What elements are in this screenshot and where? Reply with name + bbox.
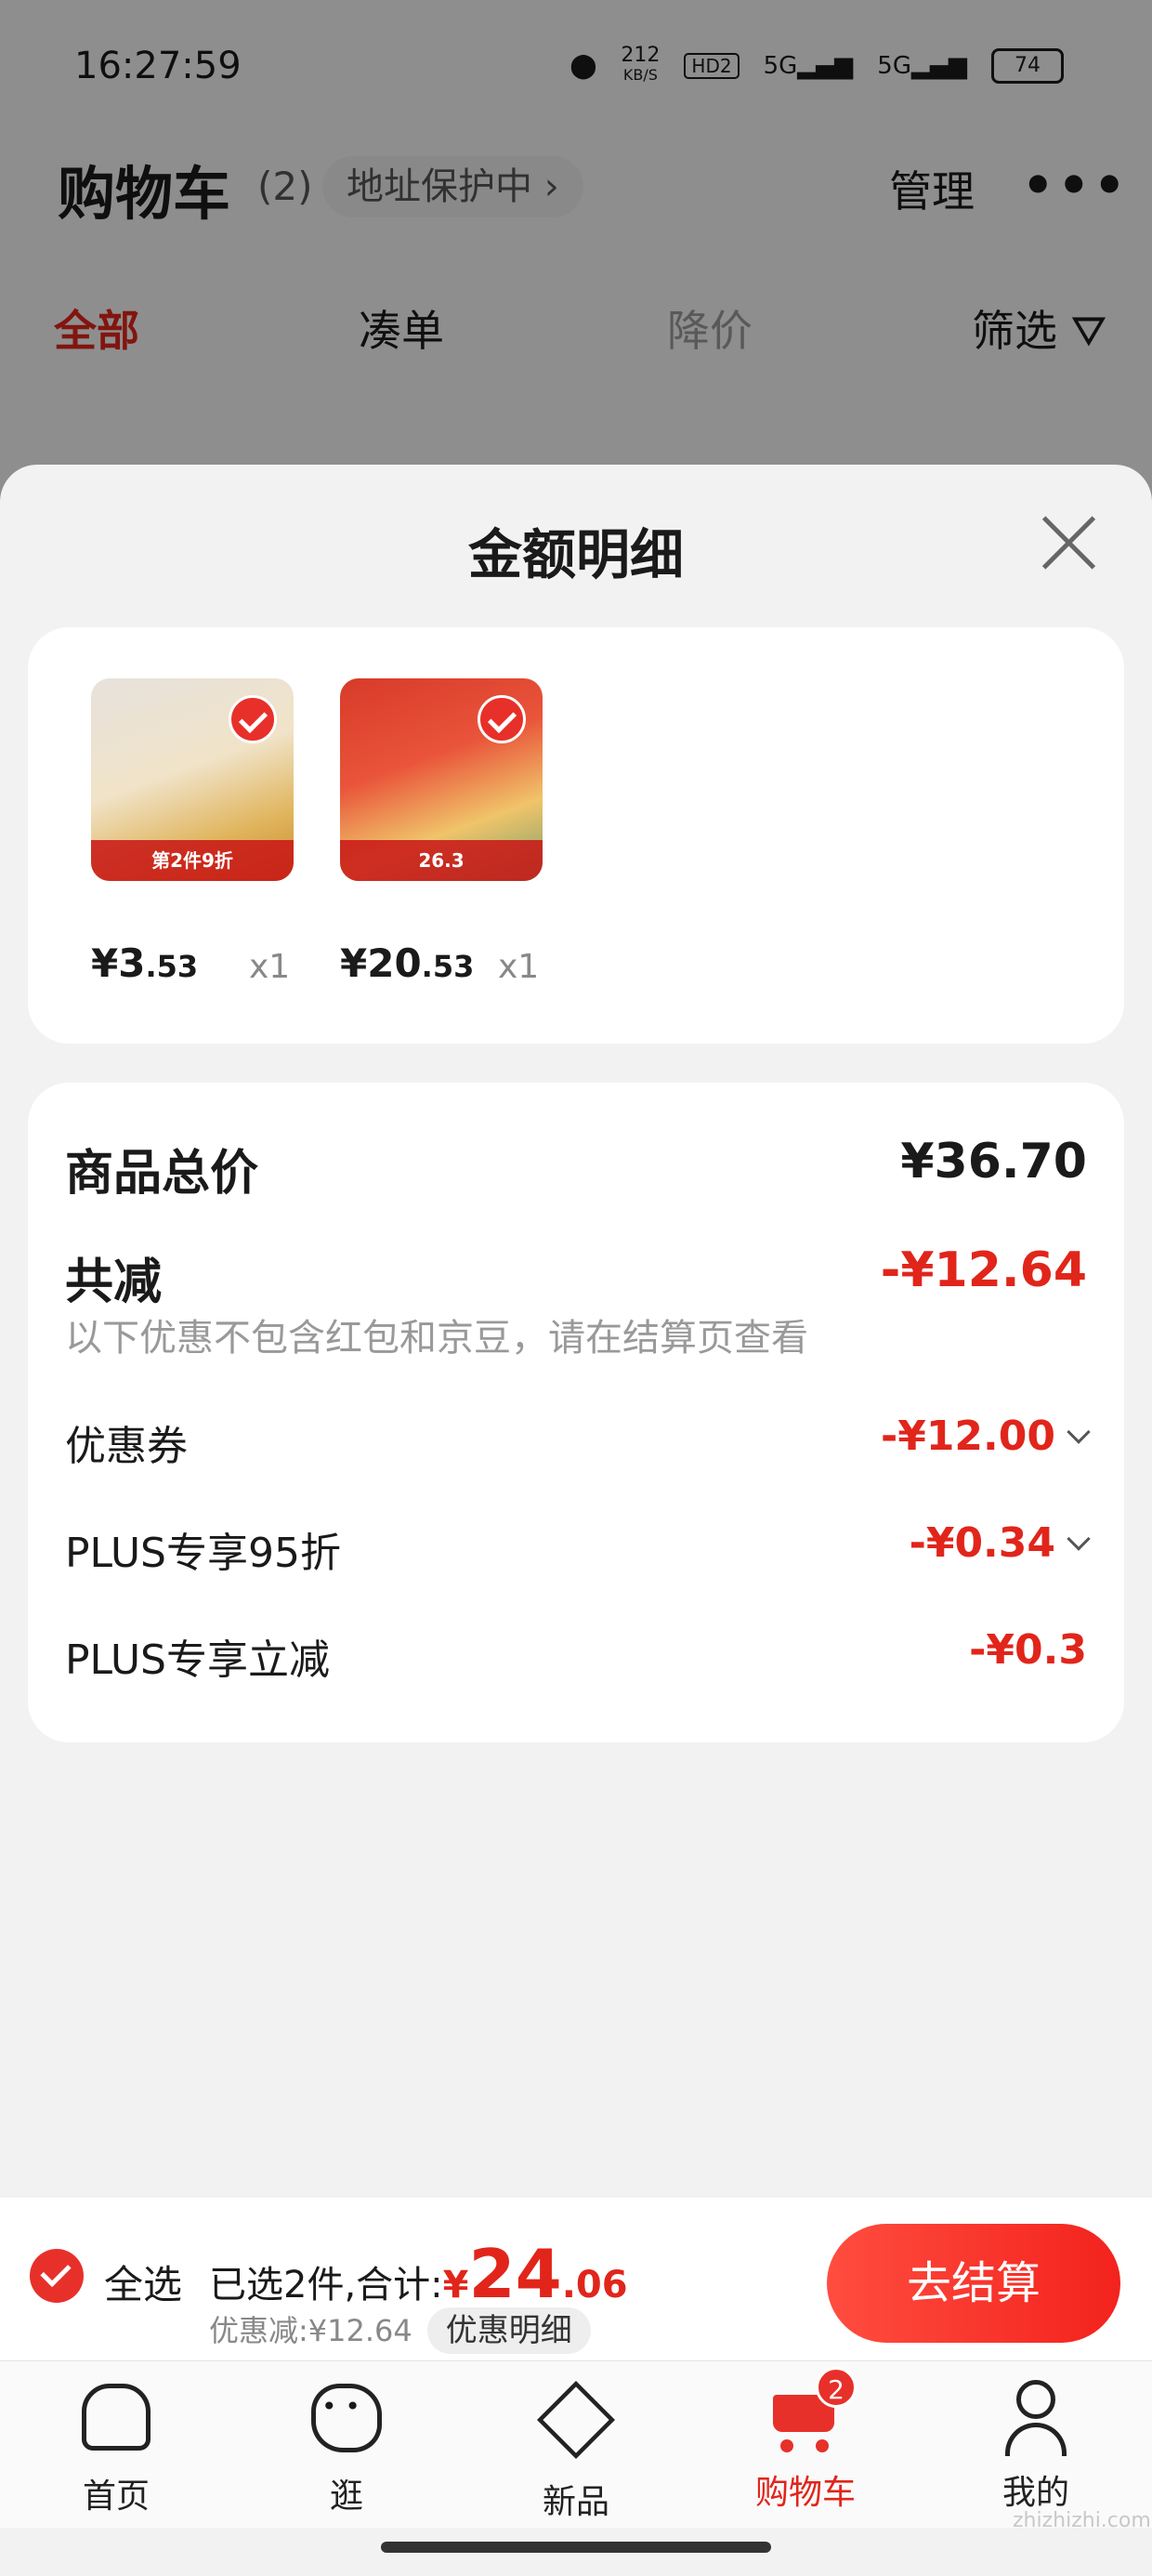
chevron-down-icon [1067, 1420, 1091, 1444]
reduction-label: 共减 [65, 1255, 163, 1310]
check-icon [229, 695, 277, 743]
cube-icon [536, 2380, 616, 2465]
discount-text: 优惠减:¥12.64 [209, 2313, 412, 2348]
selected-count-text: 已选2件,合计: [209, 2264, 443, 2307]
total-price-label: 商品总价 [65, 1146, 259, 1202]
tab-cart-label: 购物车 [754, 2474, 856, 2512]
price-dec: .53 [145, 949, 199, 984]
tab-browse-label: 逛 [329, 2477, 363, 2516]
checkout-bar: 全选 已选2件,合计:¥24.06 优惠减:¥12.64 优惠明细 去结算 [0, 2198, 1152, 2360]
select-all-label[interactable]: 全选 [104, 2254, 182, 2310]
sheet-title: 金额明细 [467, 523, 684, 586]
coupon-label: 优惠券 [65, 1423, 188, 1470]
discount-summary: 优惠减:¥12.64 优惠明细 [209, 2307, 591, 2354]
products-card: 第2件9折 ¥3.53 x1 26.3 ¥20.53 x1 [28, 627, 1124, 1044]
product-qty: x1 [249, 948, 291, 986]
tab-cart[interactable]: 2 购物车 [727, 2367, 884, 2514]
plus-reduce-value: -¥0.3 [969, 1626, 1087, 1674]
home-indicator[interactable] [381, 2542, 771, 2553]
home-icon [78, 2384, 154, 2460]
total-int: 24 [468, 2235, 562, 2313]
reduction-note-text: 以下优惠不包含红包和京豆，请在结算页查看 [65, 1317, 808, 1360]
product-item[interactable]: 第2件9折 ¥3.53 x1 [91, 678, 294, 986]
tab-home[interactable]: 首页 [37, 2380, 195, 2517]
tab-me-label: 我的 [1001, 2474, 1069, 2512]
price-dec: .53 [421, 949, 475, 984]
plus-discount-label: PLUS专享95折 [65, 1530, 341, 1577]
browse-icon [308, 2384, 385, 2460]
watermark: zhizhizhi.com [1013, 2509, 1151, 2532]
product-badge: 26.3 [340, 840, 543, 881]
total-dec: .06 [561, 2264, 628, 2307]
product-image: 第2件9折 [91, 678, 294, 881]
reduction-value: -¥12.64 [880, 1242, 1087, 1298]
coupon-value: -¥12.00 [880, 1413, 1091, 1460]
tab-new-label: 新品 [542, 2483, 609, 2521]
checkout-button[interactable]: 去结算 [827, 2224, 1120, 2343]
price-int: ¥20 [340, 940, 422, 986]
chevron-down-icon [1067, 1527, 1091, 1551]
product-badge: 第2件9折 [91, 840, 294, 881]
discount-detail-button[interactable]: 优惠明细 [426, 2307, 591, 2354]
total-currency: ¥ [442, 2264, 469, 2307]
select-all-checkbox[interactable] [30, 2249, 84, 2303]
product-price: ¥3.53 [91, 940, 198, 986]
user-icon [998, 2380, 1074, 2456]
tab-me[interactable]: 我的 [957, 2380, 1115, 2514]
cart-badge: 2 [816, 2367, 857, 2408]
coupon-amount: -¥12.00 [880, 1413, 1055, 1460]
tab-home-label: 首页 [82, 2477, 150, 2516]
product-image: 26.3 [340, 678, 543, 881]
price-detail-card: 商品总价 ¥36.70 共减 -¥12.64 以下优惠不包含红包和京豆，请在结算… [28, 1083, 1124, 1742]
total-price-value: ¥36.70 [900, 1134, 1087, 1189]
plus-reduce-label: PLUS专享立减 [65, 1636, 330, 1684]
cart-icon: 2 [767, 2367, 857, 2456]
product-price: ¥20.53 [340, 940, 474, 986]
price-int: ¥3 [91, 940, 146, 986]
bottom-tabbar: 首页 逛 新品 2 购物车 我的 [0, 2360, 1152, 2528]
tab-browse[interactable]: 逛 [268, 2380, 425, 2517]
check-icon [478, 695, 526, 743]
close-icon[interactable] [1039, 511, 1100, 572]
plus-discount-amount: -¥0.34 [909, 1519, 1055, 1567]
product-item[interactable]: 26.3 ¥20.53 x1 [340, 678, 543, 986]
tab-new[interactable]: 新品 [497, 2380, 655, 2523]
plus-discount-value: -¥0.34 [909, 1519, 1091, 1567]
product-qty: x1 [498, 948, 540, 986]
total-summary: 已选2件,合计:¥24.06 [209, 2235, 628, 2313]
